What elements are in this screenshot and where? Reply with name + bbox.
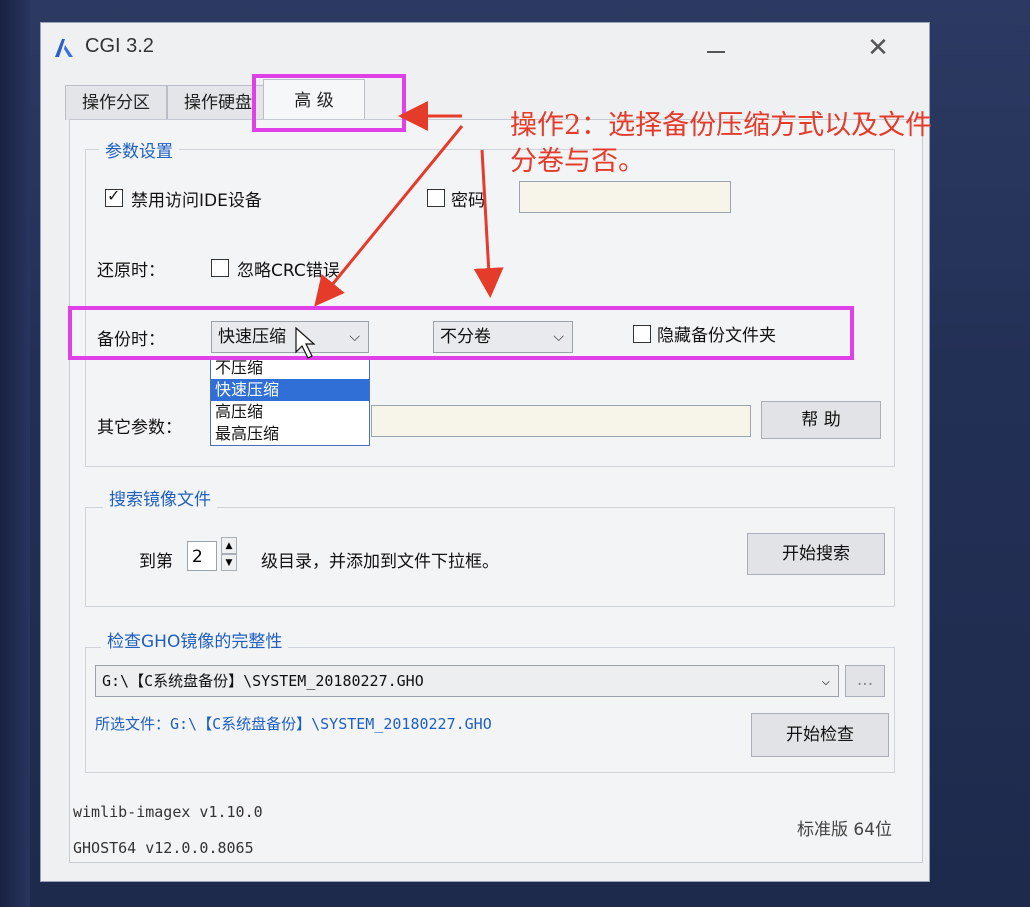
browse-button[interactable]: ...	[845, 665, 885, 697]
start-search-button[interactable]: 开始搜索	[747, 533, 885, 575]
check-group-title: 检查GHO镜像的完整性	[101, 627, 289, 652]
wimlib-version: wimlib-imagex v1.10.0	[73, 803, 263, 821]
option-high-compression[interactable]: 高压缩	[211, 401, 369, 423]
spin-up-icon[interactable]: ▲	[221, 537, 237, 554]
search-prefix: 到第	[139, 552, 173, 572]
password-checkbox[interactable]	[427, 189, 445, 207]
chevron-down-icon: ⌵	[821, 673, 830, 689]
restore-label: 还原时：	[97, 261, 165, 281]
tab-partition[interactable]: 操作分区	[65, 85, 167, 120]
ignore-crc-label: 忽略CRC错误	[237, 261, 340, 281]
help-button[interactable]: 帮 助	[761, 401, 881, 439]
option-max-compression[interactable]: 最高压缩	[211, 423, 369, 445]
option-no-compression[interactable]: 不压缩	[211, 357, 369, 379]
disable-ide-checkbox[interactable]	[105, 186, 123, 207]
password-input[interactable]	[519, 181, 731, 213]
title-bar: CGI 3.2 ✕	[41, 23, 929, 71]
photo-background	[0, 0, 30, 907]
backup-row-highlight-box	[68, 306, 854, 360]
start-check-button[interactable]: 开始检查	[751, 713, 889, 757]
password-label: 密码	[451, 191, 485, 211]
close-button[interactable]: ✕	[863, 33, 893, 63]
annotation-text: 操作2：选择备份压缩方式以及文件 分卷与否。	[510, 108, 932, 180]
app-logo-icon	[55, 39, 73, 57]
search-level-input[interactable]: 2	[187, 541, 217, 571]
gho-path-select[interactable]: G:\【C系统盘备份】\SYSTEM_20180227.GHO ⌵	[95, 665, 839, 697]
ignore-crc-checkbox[interactable]	[211, 259, 229, 277]
compression-dropdown-list: 不压缩 快速压缩 高压缩 最高压缩	[210, 356, 370, 446]
window-title: CGI 3.2	[85, 35, 154, 57]
level-spinner[interactable]: ▲ ▼	[221, 537, 237, 573]
selected-file-label: 所选文件：G:\【C系统盘备份】\SYSTEM_20180227.GHO	[95, 715, 492, 733]
annotation-line-1: 操作2：选择备份压缩方式以及文件	[510, 110, 933, 141]
search-suffix: 级目录，并添加到文件下拉框。	[261, 552, 499, 572]
tab-highlight-box	[252, 74, 406, 132]
option-fast-compression[interactable]: 快速压缩	[211, 379, 369, 401]
minimize-button[interactable]	[701, 33, 731, 63]
other-params-input[interactable]	[371, 405, 751, 437]
disable-ide-label: 禁用访问IDE设备	[131, 191, 262, 211]
search-group-title: 搜索镜像文件	[103, 485, 217, 510]
edition-label: 标准版 64位	[797, 820, 893, 840]
ghost-version: GHOST64 v12.0.0.8065	[73, 839, 254, 857]
spin-down-icon[interactable]: ▼	[221, 554, 237, 571]
annotation-line-2: 分卷与否。	[510, 146, 645, 177]
params-group-title: 参数设置	[99, 137, 179, 162]
gho-path-value: G:\【C系统盘备份】\SYSTEM_20180227.GHO	[102, 672, 424, 690]
other-params-label: 其它参数：	[97, 418, 182, 438]
